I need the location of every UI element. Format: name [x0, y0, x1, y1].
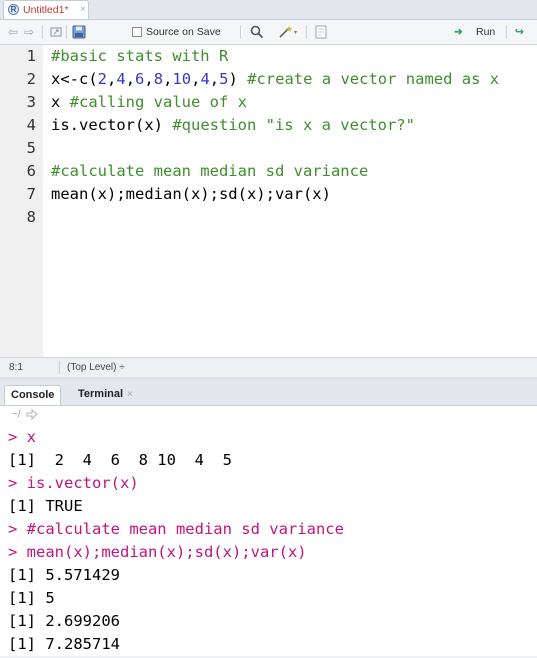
tab-terminal-close-icon[interactable]: ×: [127, 389, 133, 400]
console-output-line: [1] 5: [8, 589, 55, 607]
console-command: > x: [8, 428, 36, 446]
code-line[interactable]: 3 x #calling value of x: [0, 91, 537, 114]
console-output-line: [1] 5.571429: [8, 566, 120, 584]
show-in-window-icon[interactable]: [50, 26, 62, 38]
status-divider: [59, 361, 60, 374]
code-text: #calculate mean median sd variance: [51, 162, 369, 180]
scope-selector[interactable]: (Top Level) ÷: [67, 362, 125, 373]
toolbar-divider: [306, 25, 307, 39]
console-output-line: [1] 2.699206: [8, 612, 120, 630]
toolbar-divider: [66, 25, 67, 39]
code-line[interactable]: 5: [0, 137, 537, 160]
console-output-line: [1] 2 4 6 8 10 4 5: [8, 451, 232, 469]
tab-title: Untitled1*: [23, 4, 69, 16]
code-line[interactable]: 2 x<-c(2,4,6,8,10,4,5) #create a vector n…: [0, 68, 537, 91]
scope-label: (Top Level): [67, 362, 117, 373]
line-number: 7: [26, 185, 36, 203]
forward-icon[interactable]: ⇨: [24, 24, 34, 40]
scope-arrow-icon: ÷: [119, 362, 125, 373]
source-on-save-label[interactable]: Source on Save: [146, 24, 221, 40]
code-line[interactable]: 7 mean(x);median(x);sd(x);var(x): [0, 183, 537, 206]
run-icon[interactable]: ➜: [454, 24, 463, 40]
line-number: 2: [26, 70, 36, 88]
r-file-icon: R: [8, 4, 19, 15]
working-directory-bar: ~/: [0, 406, 537, 426]
console-output-line: [1] TRUE: [8, 497, 83, 515]
code-line[interactable]: 6 #calculate mean median sd variance: [0, 160, 537, 183]
re-run-icon[interactable]: ↪: [515, 24, 524, 40]
code-text: x<-c(2,4,6,8,10,4,5) #create a vector na…: [51, 70, 500, 88]
toolbar-divider: [506, 25, 507, 39]
back-icon[interactable]: ⇦: [8, 24, 18, 40]
tab-close-icon[interactable]: ×: [80, 4, 86, 15]
editor-status-bar: 8:1 (Top Level) ÷: [0, 357, 537, 378]
line-number: 8: [26, 208, 36, 226]
code-text: is.vector(x) #question "is x a vector?": [51, 116, 415, 134]
toolbar-divider: [42, 25, 43, 39]
code-line[interactable]: 8: [0, 206, 537, 229]
tab-console-label: Console: [11, 389, 55, 401]
tab-terminal[interactable]: Terminal ×: [72, 385, 139, 405]
line-number: 1: [26, 47, 36, 65]
tab-console[interactable]: Console: [4, 385, 62, 405]
console-tab-strip: Console Terminal ×: [0, 381, 537, 406]
code-text: #basic stats with R: [51, 47, 229, 65]
code-text: mean(x);median(x);sd(x);var(x): [51, 185, 331, 203]
save-icon[interactable]: [72, 25, 86, 39]
console-command: > mean(x);median(x);sd(x);var(x): [8, 543, 307, 561]
cursor-position: 8:1: [9, 362, 23, 373]
search-icon[interactable]: [250, 25, 264, 39]
code-line[interactable]: 1 #basic stats with R: [0, 45, 537, 68]
tab-terminal-label: Terminal: [78, 388, 124, 400]
console-command: > is.vector(x): [8, 474, 139, 492]
source-on-save-checkbox[interactable]: [132, 27, 142, 37]
working-directory[interactable]: ~/: [12, 409, 21, 420]
compile-report-icon[interactable]: [314, 25, 328, 39]
run-button[interactable]: Run: [476, 24, 495, 40]
code-line[interactable]: 4 is.vector(x) #question "is x a vector?": [0, 114, 537, 137]
line-number: 6: [26, 162, 36, 180]
console-command: > #calculate mean median sd variance: [8, 520, 344, 538]
toolbar-divider: [240, 25, 241, 39]
tab-untitled1[interactable]: R Untitled1* ×: [3, 0, 89, 19]
editor-toolbar: ⇦ ⇨ Source on Save ➜ Run ↪: [0, 20, 537, 45]
line-number: 3: [26, 93, 36, 111]
console-output-line: [1] 7.285714: [8, 635, 120, 653]
line-number: 4: [26, 116, 36, 134]
line-number: 5: [26, 139, 36, 157]
editor-tab-strip: R Untitled1* ×: [0, 0, 537, 20]
source-editor[interactable]: 1 #basic stats with R 2 x<-c(2,4,6,8,10,4,5…: [0, 45, 537, 357]
magic-wand-icon[interactable]: [278, 25, 298, 39]
go-to-directory-icon[interactable]: [26, 408, 38, 421]
code-text: x #calling value of x: [51, 93, 247, 111]
